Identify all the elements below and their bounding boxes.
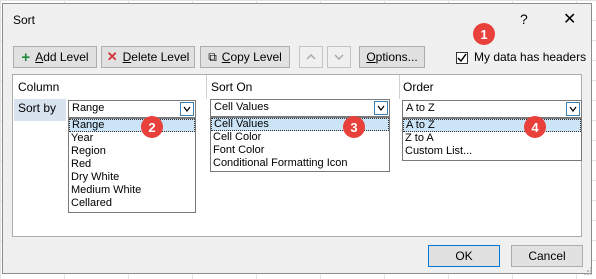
cancel-button[interactable]: Cancel (511, 245, 583, 267)
help-button[interactable]: ? (520, 11, 528, 27)
chevron-down-icon (377, 105, 385, 111)
ok-button[interactable]: OK (428, 245, 500, 267)
copy-level-label: opy Level (230, 50, 282, 64)
chevron-down-icon (183, 106, 191, 112)
annotation-badge: 1 (473, 23, 495, 45)
column-select-value: Range (72, 102, 105, 114)
add-level-label: dd Level (43, 50, 89, 64)
order-options-list: A to Z Z to A Custom List... (402, 118, 582, 161)
order-select-value: A to Z (406, 102, 435, 114)
sort-on-select-value: Cell Values (214, 101, 269, 113)
list-item[interactable]: Red (69, 158, 195, 171)
list-item[interactable]: Year (69, 132, 195, 145)
column-options-list: Range Year Region Red Dry White Medium W… (68, 118, 196, 213)
options-label: ptions... (375, 50, 418, 64)
dialog-title: Sort (13, 13, 36, 27)
sort-by-label: Sort by (14, 99, 66, 121)
options-button[interactable]: Options... (359, 46, 425, 68)
resize-grip-icon[interactable] (583, 266, 593, 276)
order-header: Order (403, 80, 434, 94)
headers-checkbox-label: My data has headers (474, 50, 587, 64)
move-down-button[interactable] (327, 46, 351, 68)
list-item[interactable]: Z to A (403, 132, 581, 145)
column-header: Column (18, 80, 60, 94)
sort-on-select[interactable]: Cell Values (210, 99, 390, 117)
sort-on-header: Sort On (211, 80, 253, 94)
move-up-button[interactable] (299, 46, 323, 68)
list-item[interactable]: A to Z (403, 119, 581, 132)
list-item[interactable]: Cellared (69, 197, 195, 210)
checkmark-icon (457, 53, 467, 63)
list-item[interactable]: Conditional Formatting Icon (211, 157, 389, 170)
sort-dialog: Sort ? ✕ + Add Level ✕ Delete Level ⧉ Co… (2, 3, 593, 276)
plus-icon: + (21, 48, 31, 66)
copy-icon: ⧉ (208, 49, 217, 64)
column-divider (206, 75, 207, 99)
list-item[interactable]: Dry White (69, 171, 195, 184)
add-level-button[interactable]: + Add Level (13, 46, 97, 68)
copy-level-button[interactable]: ⧉ Copy Level (200, 46, 290, 68)
headers-checkbox[interactable] (456, 52, 468, 64)
list-item[interactable]: Medium White (69, 184, 195, 197)
dropdown-arrow[interactable] (180, 102, 194, 116)
close-icon[interactable]: ✕ (563, 9, 576, 29)
dropdown-arrow[interactable] (374, 101, 388, 115)
annotation-badge: 4 (524, 116, 546, 138)
list-item[interactable]: Region (69, 145, 195, 158)
order-select[interactable]: A to Z (402, 100, 582, 118)
list-item[interactable]: Range (69, 119, 195, 132)
chevron-down-icon (569, 106, 577, 112)
sort-levels-grid: Column Sort On Order Sort by Range Cell … (12, 74, 582, 237)
list-item[interactable]: Font Color (211, 144, 389, 157)
dropdown-arrow[interactable] (566, 102, 580, 116)
delete-x-icon: ✕ (106, 49, 118, 64)
annotation-badge: 3 (343, 116, 365, 138)
list-item[interactable]: Custom List... (403, 145, 581, 158)
column-divider (399, 75, 400, 99)
column-select[interactable]: Range (68, 100, 196, 118)
chevron-down-icon (334, 54, 344, 60)
delete-level-button[interactable]: ✕ Delete Level (101, 46, 195, 68)
chevron-up-icon (306, 54, 316, 60)
annotation-badge: 2 (141, 116, 163, 138)
delete-level-label: elete Level (131, 50, 190, 64)
